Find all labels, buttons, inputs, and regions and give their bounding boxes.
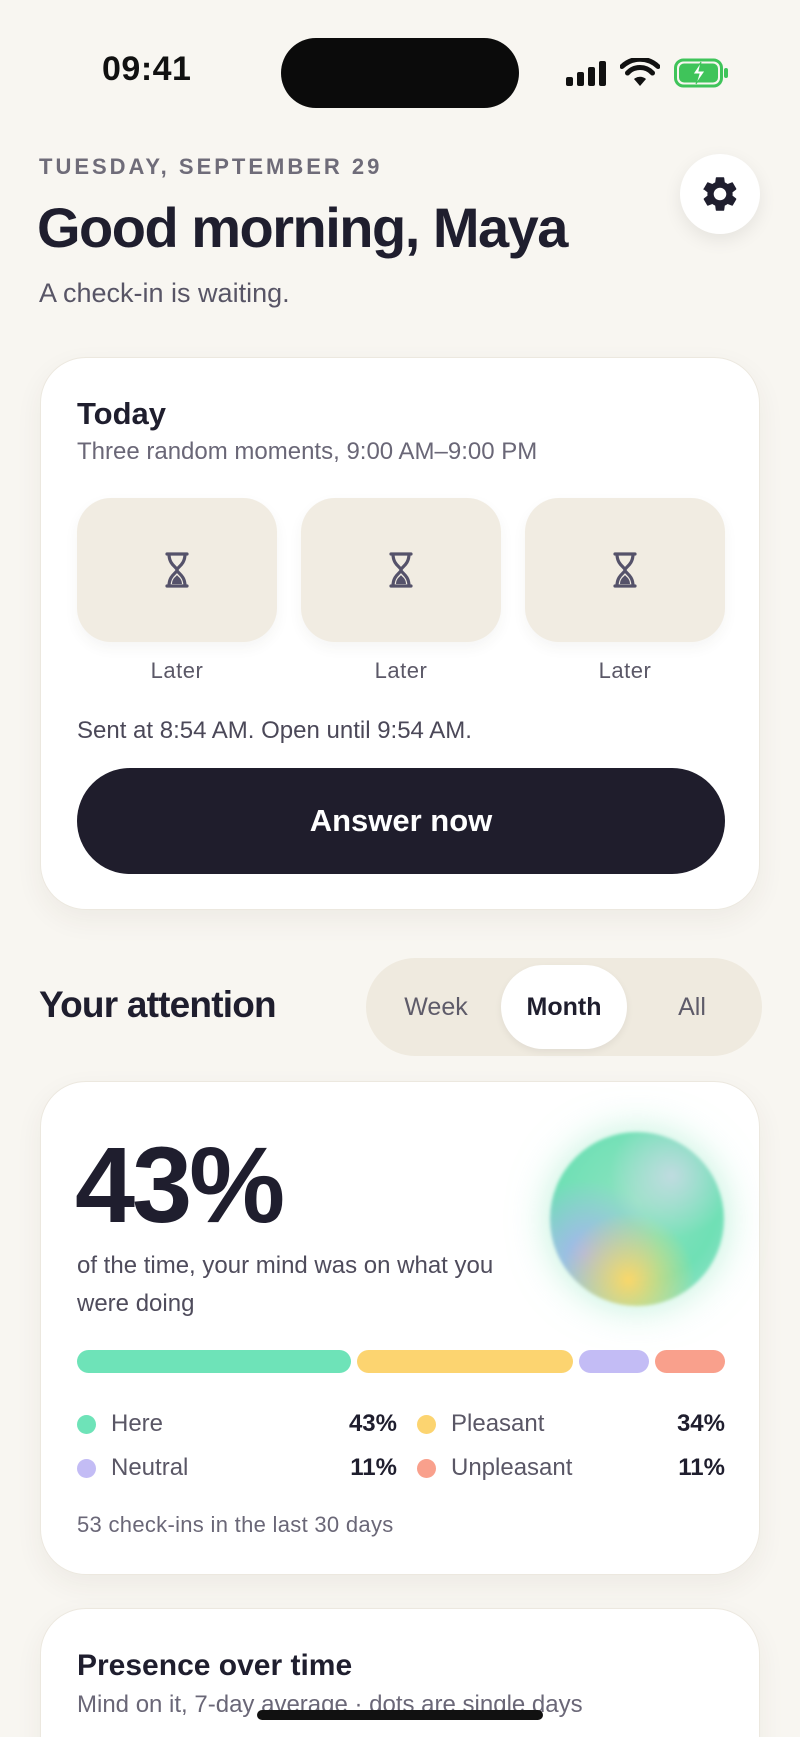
legend-item-here: Here 43% (77, 1402, 397, 1446)
slot-box (525, 498, 725, 642)
attention-stats-card: 43% of the time, your mind was on what y… (40, 1081, 760, 1575)
attention-percentage: 43% (75, 1124, 285, 1245)
legend-label: Unpleasant (451, 1454, 573, 1481)
answer-now-button[interactable]: Answer now (77, 768, 725, 874)
legend-item-unpleasant: Unpleasant 11% (417, 1446, 725, 1490)
checkin-slot-2: Later (301, 498, 501, 684)
slot-box (301, 498, 501, 642)
breakdown-segment-unpleasant (654, 1350, 725, 1373)
mood-orb-graphic (550, 1132, 724, 1306)
checkin-slot-1: Later (77, 498, 277, 684)
status-time: 09:41 (102, 50, 192, 88)
breakdown-segment-pleasant (356, 1350, 573, 1373)
legend-column-right: Pleasant 34% Unpleasant 11% (417, 1402, 725, 1492)
legend-value: 11% (678, 1454, 725, 1481)
slot-label: Later (374, 658, 428, 683)
slot-box (77, 498, 277, 642)
checkins-count-text: 53 check-ins in the last 30 days (77, 1512, 394, 1537)
today-subtitle: Three random moments, 9:00 AM–9:00 PM (77, 438, 538, 465)
app-screen: 09:41 TUESDAY, SEPTEMBER 29 Good morning… (0, 0, 800, 1737)
presence-title: Presence over time (77, 1649, 353, 1682)
status-icons (566, 56, 730, 90)
tab-week[interactable]: Week (373, 965, 499, 1049)
status-bar: 09:41 (0, 0, 800, 140)
breakdown-segment-neutral (578, 1350, 649, 1373)
breakdown-bar (77, 1350, 725, 1373)
hourglass-icon (613, 552, 637, 588)
dynamic-island (281, 38, 519, 108)
gear-icon (703, 177, 737, 211)
here-dot (77, 1414, 96, 1434)
sent-status-text: Sent at 8:54 AM. Open until 9:54 AM. (77, 717, 472, 744)
attention-section-title: Your attention (39, 984, 277, 1025)
legend-item-neutral: Neutral 11% (77, 1446, 397, 1490)
tab-all[interactable]: All (629, 965, 755, 1049)
tab-month[interactable]: Month (501, 965, 627, 1049)
legend-label: Neutral (111, 1454, 189, 1481)
legend-item-pleasant: Pleasant 34% (417, 1402, 725, 1446)
home-indicator[interactable] (257, 1710, 543, 1720)
checkin-slot-3: Later (525, 498, 725, 684)
legend-label: Pleasant (451, 1410, 545, 1437)
cellular-signal-icon (566, 60, 606, 86)
breakdown-segment-here (77, 1350, 351, 1373)
today-title: Today (77, 396, 166, 431)
settings-button[interactable] (680, 154, 760, 234)
greeting-subtitle: A check-in is waiting. (39, 278, 290, 308)
wifi-icon (620, 58, 660, 86)
legend-value: 34% (676, 1410, 725, 1437)
legend-column-left: Here 43% Neutral 11% (77, 1402, 397, 1492)
legend-value: 43% (348, 1410, 397, 1437)
greeting-title: Good morning, Maya (37, 196, 568, 259)
neutral-dot (77, 1458, 96, 1478)
hourglass-icon (389, 552, 413, 588)
hourglass-icon (165, 552, 189, 588)
legend-label: Here (111, 1410, 164, 1437)
today-card: Today Three random moments, 9:00 AM–9:00… (40, 357, 760, 910)
battery-charging-icon (674, 58, 728, 88)
attention-description: of the time, your mind was on what you w… (77, 1252, 494, 1317)
legend-value: 11% (350, 1454, 397, 1481)
slot-label: Later (150, 658, 204, 683)
pleasant-dot (417, 1414, 436, 1434)
period-segmented-control: Week Month All (366, 958, 762, 1056)
slot-label: Later (598, 658, 652, 683)
unpleasant-dot (417, 1458, 436, 1478)
date-label: TUESDAY, SEPTEMBER 29 (39, 154, 383, 179)
